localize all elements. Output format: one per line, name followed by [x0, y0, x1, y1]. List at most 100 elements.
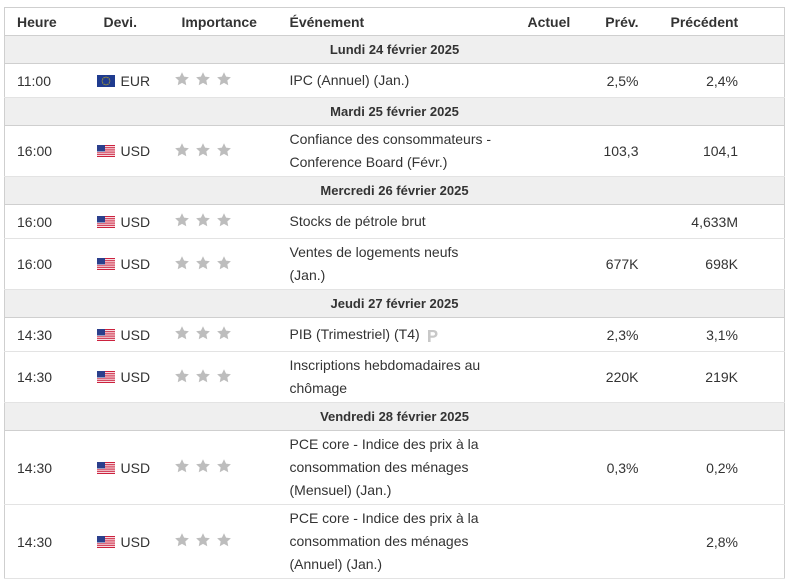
event-name-cell: Stocks de pétrole brut	[277, 204, 506, 239]
event-importance	[169, 504, 278, 579]
header-previous[interactable]: Précédent	[640, 7, 785, 36]
star-icon	[195, 255, 211, 271]
event-name[interactable]: Ventes de logements neufs (Jan.)	[290, 244, 459, 283]
header-time[interactable]: Heure	[4, 7, 92, 36]
event-name-cell: PCE core - Indice des prix à la consomma…	[277, 504, 506, 579]
event-time: 14:30	[4, 504, 92, 579]
header-currency[interactable]: Devi.	[91, 7, 170, 36]
star-icon	[174, 212, 190, 228]
event-forecast: 2,5%	[565, 63, 641, 98]
event-currency-cell: USD	[91, 430, 170, 505]
event-forecast: 103,3	[565, 125, 641, 177]
importance-stars	[174, 255, 232, 271]
event-currency-cell: USD	[91, 317, 170, 352]
event-name[interactable]: IPC (Annuel) (Jan.)	[290, 72, 410, 88]
event-forecast: 220K	[565, 351, 641, 403]
event-previous: 104,1	[640, 125, 785, 177]
event-forecast: 0,3%	[565, 430, 641, 505]
event-actual	[505, 430, 566, 505]
star-icon	[174, 368, 190, 384]
header-actual[interactable]: Actuel	[505, 7, 570, 36]
event-actual	[505, 238, 566, 290]
us-flag-icon	[96, 215, 115, 228]
header-forecast[interactable]: Prév.	[565, 7, 641, 36]
star-icon	[174, 458, 190, 474]
star-icon	[216, 71, 232, 87]
star-icon	[195, 368, 211, 384]
event-row[interactable]: 16:00 USD Confiance des consommateurs - Co…	[4, 125, 785, 177]
event-currency: USD	[120, 369, 151, 385]
event-name[interactable]: PCE core - Indice des prix à la consomma…	[290, 436, 479, 498]
event-previous: 219K	[640, 351, 785, 403]
event-time: 16:00	[4, 238, 92, 290]
event-row[interactable]: 14:30 USD PCE core - Indice des prix à la …	[4, 504, 785, 579]
event-currency: USD	[120, 459, 151, 476]
star-icon	[195, 212, 211, 228]
us-flag-icon	[96, 328, 115, 341]
event-row[interactable]: 11:00 EUR IPC (Annuel) (Jan.) 2,5% 2,4%	[4, 63, 785, 98]
day-row: Mercredi 26 février 2025	[4, 176, 785, 205]
star-icon	[174, 325, 190, 341]
event-currency-cell: USD	[91, 351, 170, 403]
event-currency: USD	[120, 143, 151, 159]
event-name[interactable]: Inscriptions hebdomadaires au chômage	[290, 357, 481, 396]
day-row: Vendredi 28 février 2025	[4, 402, 785, 431]
header-importance[interactable]: Importance	[169, 7, 278, 36]
event-row[interactable]: 14:30 USD Inscriptions hebdomadaires au ch…	[4, 351, 785, 403]
event-name[interactable]: Stocks de pétrole brut	[290, 213, 426, 229]
event-name-cell: PIB (Trimestriel) (T4)	[277, 317, 506, 352]
importance-stars	[174, 212, 232, 228]
event-previous: 698K	[640, 238, 785, 290]
event-row[interactable]: 16:00 USD Stocks de pétrole brut 4,633M	[4, 204, 785, 239]
event-actual	[505, 125, 566, 177]
event-currency-cell: USD	[91, 504, 170, 579]
event-previous: 2,4%	[640, 63, 785, 98]
event-name[interactable]: PIB (Trimestriel) (T4)	[290, 326, 420, 342]
event-row[interactable]: 14:30 USD PIB (Trimestriel) (T4) 2,3% 3,1%	[4, 317, 785, 352]
event-importance	[169, 63, 278, 98]
event-previous: 3,1%	[640, 317, 785, 352]
day-label: Jeudi 27 février 2025	[4, 289, 785, 318]
preliminary-icon	[426, 327, 438, 343]
star-icon	[195, 325, 211, 341]
event-row[interactable]: 14:30 USD PCE core - Indice des prix à la …	[4, 430, 785, 505]
star-icon	[174, 532, 190, 548]
event-previous: 0,2%	[640, 430, 785, 505]
event-forecast	[565, 504, 641, 579]
star-icon	[216, 255, 232, 271]
event-actual	[505, 504, 566, 579]
event-currency: EUR	[120, 72, 151, 89]
us-flag-icon	[96, 145, 115, 158]
importance-stars	[174, 532, 232, 548]
economic-calendar: Heure Devi. Importance Événement Actuel …	[4, 7, 785, 579]
event-currency: USD	[120, 326, 151, 343]
event-currency: USD	[120, 533, 151, 550]
header-event[interactable]: Événement	[277, 7, 506, 36]
event-name-cell: Inscriptions hebdomadaires au chômage	[277, 351, 506, 403]
day-label: Mardi 25 février 2025	[4, 97, 785, 126]
event-row[interactable]: 16:00 USD Ventes de logements neufs (Jan.)…	[4, 238, 785, 290]
importance-stars	[174, 142, 232, 158]
event-actual	[505, 204, 566, 239]
us-flag-icon	[96, 535, 115, 548]
event-forecast: 677K	[565, 238, 641, 290]
event-importance	[169, 317, 278, 352]
star-icon	[216, 532, 232, 548]
star-icon	[174, 255, 190, 271]
event-name[interactable]: PCE core - Indice des prix à la consomma…	[290, 510, 479, 572]
calendar-table: Heure Devi. Importance Événement Actuel …	[4, 7, 785, 579]
event-actual	[505, 63, 566, 98]
event-forecast: 2,3%	[565, 317, 641, 352]
event-time: 14:30	[4, 430, 92, 505]
star-icon	[174, 142, 190, 158]
event-importance	[169, 204, 278, 239]
event-importance	[169, 430, 278, 505]
event-name[interactable]: Confiance des consommateurs - Conference…	[290, 131, 492, 170]
day-label: Lundi 24 février 2025	[4, 35, 785, 64]
day-row: Lundi 24 février 2025	[4, 35, 785, 64]
star-icon	[195, 458, 211, 474]
event-currency-cell: USD	[91, 204, 170, 239]
importance-stars	[174, 325, 232, 341]
us-flag-icon	[96, 371, 115, 384]
star-icon	[195, 71, 211, 87]
